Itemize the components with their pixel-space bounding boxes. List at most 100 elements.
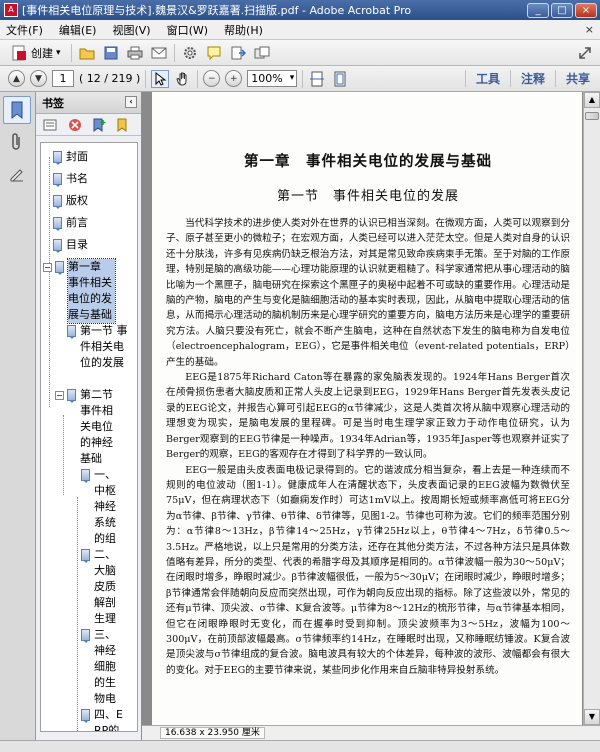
document-view[interactable]: 第一章 事件相关电位的发展与基础 第一节 事件相关电位的发展 当代科学技术的进步… [142, 92, 583, 725]
new-bookmark-icon[interactable] [90, 116, 108, 134]
bookmark-icon [53, 217, 62, 231]
bookmark-item[interactable]: 二、大脑皮质解剖生理 [81, 547, 125, 627]
bookmark-item[interactable]: 第一节 事件相关电位的发展 [67, 323, 129, 371]
bookmark-item[interactable]: 前言 [53, 215, 137, 231]
paperclip-icon [12, 133, 20, 150]
create-button[interactable]: 创建 ▾ [6, 43, 65, 63]
scroll-down-button[interactable]: ▼ [584, 709, 600, 725]
bookmark-icon [81, 549, 90, 563]
bookmark-icon [81, 629, 90, 643]
close-window-button[interactable]: × [575, 2, 597, 18]
navigation-toolbar: ▲ ▼ 1 ( 12 / 219 ) − + 100% 工具 注释 共享 [0, 66, 600, 92]
expand-icon[interactable] [576, 44, 594, 62]
comment-icon[interactable] [205, 44, 223, 62]
zoom-out-button[interactable]: − [203, 70, 221, 87]
comment-link[interactable]: 注释 [509, 70, 555, 87]
task-pane-links: 工具 注释 共享 [464, 70, 600, 87]
chevron-down-icon: ▾ [56, 47, 61, 58]
fit-page-icon[interactable] [331, 70, 349, 88]
bookmark-item[interactable]: 目录 [53, 237, 137, 253]
body-paragraph: EEG是1875年Richard Caton等在暴露的家兔脑表发现的。1924年… [166, 372, 570, 461]
window-title: [事件相关电位原理与技术].魏景汉&罗跃嘉著.扫描版.pdf - Adobe A… [22, 4, 412, 17]
toolbar-separator [197, 69, 199, 88]
email-icon[interactable] [150, 44, 168, 62]
section-title: 第一节 事件相关电位的发展 [276, 189, 459, 204]
collapse-toggle-icon[interactable]: − [55, 391, 64, 400]
menu-view[interactable]: 视图(V) [112, 22, 150, 38]
pdf-page: 第一章 事件相关电位的发展与基础 第一节 事件相关电位的发展 当代科学技术的进步… [152, 92, 582, 725]
toolbar-separator [302, 69, 304, 88]
bookmarks-header: 书签 ‹ [36, 92, 141, 114]
collapse-toggle-icon[interactable]: − [43, 263, 52, 272]
bookmark-icon [81, 469, 90, 483]
hand-tool-icon[interactable] [174, 70, 192, 88]
scroll-thumb[interactable] [585, 112, 599, 120]
bookmark-icon [55, 261, 64, 275]
vertical-scrollbar[interactable]: ▲ ▼ [583, 92, 600, 725]
body-paragraph: 当代科学技术的进步使人类对外在世界的认识已相当深刻。在微观方面，人类可以观察到分… [166, 218, 570, 368]
menu-window[interactable]: 窗口(W) [167, 22, 208, 38]
delete-bookmark-icon[interactable] [66, 116, 84, 134]
print-icon[interactable] [126, 44, 144, 62]
signature-icon [10, 169, 23, 182]
bookmarks-title: 书签 [42, 96, 64, 110]
scroll-up-button[interactable]: ▲ [584, 92, 600, 108]
page-count: ( 12 / 219 ) [79, 72, 141, 85]
options-menu-icon[interactable] [42, 116, 60, 134]
signatures-panel-button[interactable] [3, 160, 31, 188]
bookmark-icon [11, 101, 23, 119]
settings-icon[interactable] [181, 44, 199, 62]
bookmarks-panel-button[interactable] [3, 96, 31, 124]
bookmark-item-selected[interactable]: − 第一章 事件相关电位的发展与基础 [43, 258, 116, 324]
bookmark-item[interactable]: 书名 [53, 171, 137, 187]
body-paragraph: EEG一般是由头皮表面电极记录得到的。它的谐波成分相当复杂，看上去是一种连续而不… [166, 464, 570, 676]
status-bar: 16.638 x 23.950 厘米 [142, 725, 600, 740]
acrobat-icon: A [4, 3, 18, 17]
horizontal-scrollbar[interactable] [0, 740, 600, 752]
bookmark-item[interactable]: 封面 [53, 149, 137, 165]
expand-bookmark-icon[interactable] [114, 116, 132, 134]
bookmark-item[interactable]: 一、中枢神经系统的组 [81, 467, 125, 547]
fit-width-icon[interactable] [308, 70, 326, 88]
bookmarks-panel: 书签 ‹ 封面 书名 版权 前言 目录 − 第一章 事件相关电位的发展与基础 第… [36, 92, 142, 740]
tree-guide-line [77, 497, 78, 731]
zoom-select[interactable]: 100% [247, 70, 298, 87]
bookmark-icon [53, 151, 62, 165]
export-icon[interactable] [229, 44, 247, 62]
toolbar-separator [173, 43, 175, 62]
navigation-rail [0, 92, 36, 740]
next-page-button[interactable]: ▼ [30, 70, 47, 87]
page-number-input[interactable]: 1 [52, 70, 74, 87]
menu-edit[interactable]: 编辑(E) [59, 22, 97, 38]
bookmark-item[interactable]: 版权 [53, 193, 137, 209]
bookmark-icon [53, 239, 62, 253]
share-icon[interactable] [253, 44, 271, 62]
previous-page-button[interactable]: ▲ [8, 70, 25, 87]
zoom-in-button[interactable]: + [225, 70, 243, 87]
collapse-panel-icon[interactable]: ‹ [125, 96, 137, 108]
minimize-button[interactable]: _ [527, 2, 549, 18]
share-link[interactable]: 共享 [554, 70, 600, 87]
select-cursor-icon[interactable] [151, 69, 170, 88]
create-pdf-icon [10, 44, 28, 62]
save-icon[interactable] [102, 44, 120, 62]
close-document-icon[interactable]: × [585, 23, 594, 36]
chapter-title: 第一章 事件相关电位的发展与基础 [244, 153, 492, 170]
bookmark-icon [81, 709, 90, 723]
menu-file[interactable]: 文件(F) [6, 22, 43, 38]
attachments-panel-button[interactable] [3, 128, 31, 156]
tools-link[interactable]: 工具 [464, 70, 510, 87]
bookmark-tree: 封面 书名 版权 前言 目录 − 第一章 事件相关电位的发展与基础 第一节 事件… [40, 142, 138, 732]
bookmark-item[interactable]: − 第二节 事件相关电位的神经基础 [55, 387, 119, 467]
bookmark-icon [67, 325, 76, 339]
toolbar-separator [70, 43, 72, 62]
title-bar: A [事件相关电位原理与技术].魏景汉&罗跃嘉著.扫描版.pdf - Adobe… [0, 0, 600, 20]
maximize-button[interactable]: □ [551, 2, 573, 18]
open-folder-icon[interactable] [78, 44, 96, 62]
bookmark-item[interactable]: 四、ERP的形成原理 [81, 707, 125, 731]
bookmark-icon [53, 173, 62, 187]
toolbar-separator [145, 69, 147, 88]
menu-help[interactable]: 帮助(H) [224, 22, 263, 38]
bookmark-icon [53, 195, 62, 209]
bookmark-item[interactable]: 三、神经细胞的生物电 [81, 627, 125, 707]
